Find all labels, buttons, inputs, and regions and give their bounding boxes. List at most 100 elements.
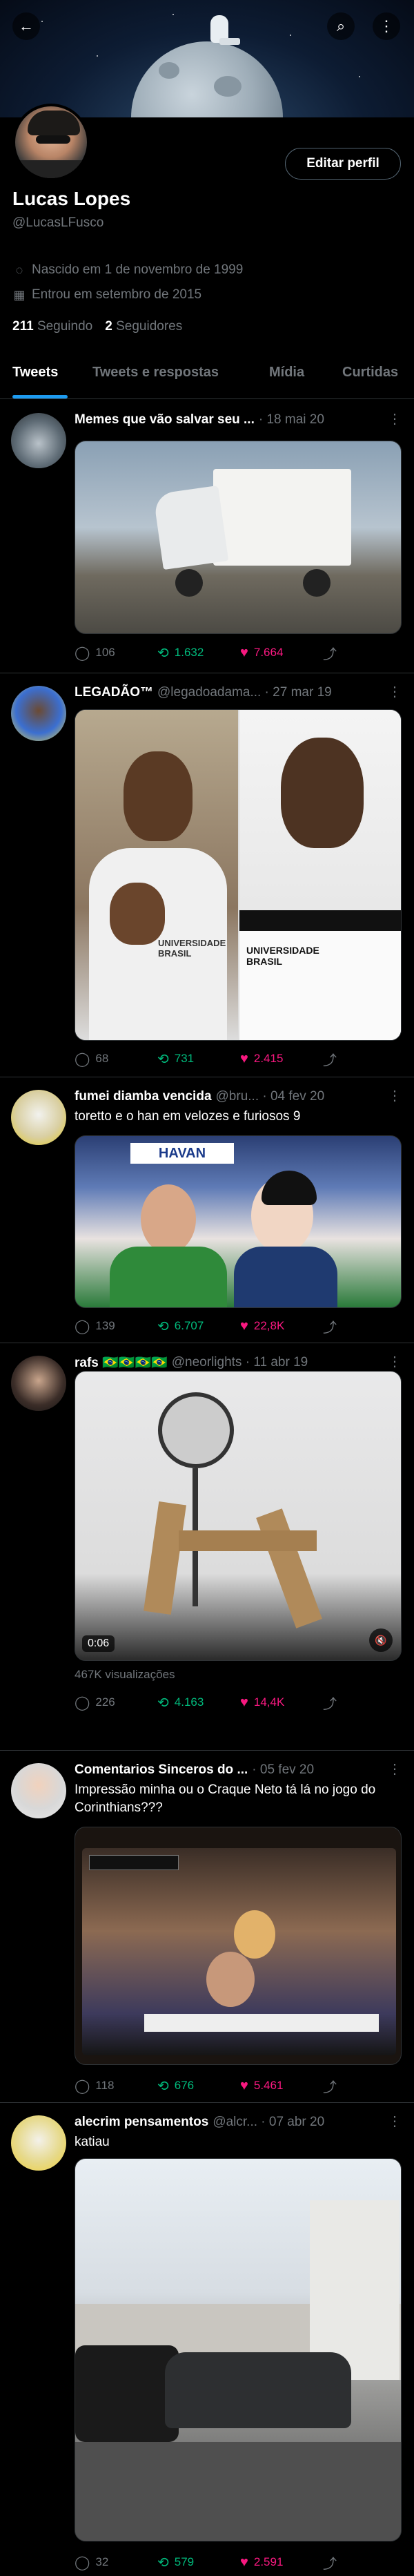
more-horizontal-icon[interactable]: ⋮ (388, 1087, 402, 1104)
truck-cab (152, 485, 229, 570)
tweet-avatar[interactable] (11, 2115, 66, 2171)
tweet-avatar[interactable] (11, 413, 66, 468)
tweet-header: rafs 🇧🇷🇧🇷🇧🇷🇧🇷 @neorlights · 11 abr 19 (75, 1353, 402, 1372)
tweet-text: Impressão minha ou o Craque Neto tá lá n… (75, 1782, 376, 1815)
more-horizontal-icon[interactable]: ⋮ (388, 410, 402, 427)
tweet-image[interactable] (75, 1827, 402, 2065)
tweet-item[interactable]: Comentarios Sinceros do ... · 05 fev 20 … (0, 1751, 414, 2103)
tweet-actions: ◯ 139 ⟲ 6.707 ♥ 22,8K ⤴ (75, 1316, 378, 1336)
face (124, 751, 193, 841)
more-horizontal-icon[interactable]: ⋮ (388, 683, 402, 700)
tweet-author-name[interactable]: fumei diamba vencida (75, 1089, 212, 1104)
truck-wheel (303, 569, 331, 597)
birth-date-text: Nascido em 1 de novembro de 1999 (32, 262, 244, 277)
following-link[interactable]: 211 Seguindo (12, 319, 92, 334)
tweet-header: alecrim pensamentos @alcr... · 07 abr 20 (75, 2113, 402, 2132)
share-button[interactable]: ⤴ (323, 1316, 337, 1336)
tweet-author-name[interactable]: Comentarios Sinceros do ... (75, 1762, 248, 1778)
tweet-meta: @legadoadama... · 27 mar 19 (157, 685, 332, 700)
tweet-item[interactable]: fumei diamba vencida @bru... · 04 fev 20… (0, 1077, 414, 1343)
photo-right: UNIVERSIDADE BRASIL (239, 710, 401, 1040)
tweet-author-name[interactable]: LEGADÃO™ (75, 685, 153, 700)
retweet-icon: ⟲ (157, 2555, 169, 2570)
reply-button[interactable]: ◯ 106 (75, 644, 157, 662)
cardboard-leg (256, 1508, 322, 1628)
share-button[interactable]: ⤴ (323, 2553, 337, 2573)
tweet-item[interactable]: rafs 🇧🇷🇧🇷🇧🇷🇧🇷 @neorlights · 11 abr 19 ⋮ … (0, 1343, 414, 1751)
tweet-video[interactable]: 0:06 🔇 (75, 1371, 402, 1661)
tweet-image[interactable]: UNIVERSIDADE BRASIL UNIVERSIDADE BRASIL (75, 709, 402, 1041)
banner-star (290, 35, 291, 36)
tweet-avatar[interactable] (11, 686, 66, 741)
tweet-avatar[interactable] (11, 1763, 66, 1818)
like-button[interactable]: ♥ 5.461 (240, 2078, 323, 2094)
share-button[interactable]: ⤴ (323, 643, 337, 663)
reply-button[interactable]: ◯ 68 (75, 1050, 157, 1068)
reply-button[interactable]: ◯ 226 (75, 1694, 157, 1711)
video-views: 467K visualizações (75, 1668, 175, 1681)
tweet-image[interactable] (75, 441, 402, 634)
tweet-image[interactable]: HAVAN (75, 1135, 402, 1308)
truck-wheel (175, 569, 203, 597)
like-button[interactable]: ♥ 2.415 (240, 1051, 323, 1067)
tweet-image[interactable] (75, 2158, 402, 2541)
tab-tweets[interactable]: Tweets (12, 365, 58, 381)
tweet-item[interactable]: Memes que vão salvar seu ... · 18 mai 20… (0, 401, 414, 673)
tweet-avatar[interactable] (11, 1356, 66, 1411)
like-heart-icon: ♥ (240, 1050, 248, 1066)
search-icon: ⌕ (336, 17, 346, 35)
more-horizontal-icon[interactable]: ⋮ (388, 1760, 402, 1778)
tab-media[interactable]: Mídia (269, 365, 304, 381)
reply-icon: ◯ (75, 1051, 90, 1067)
tweet-author-name[interactable]: Memes que vão salvar seu ... (75, 412, 255, 427)
share-button[interactable]: ⤴ (323, 2076, 337, 2096)
profile-avatar[interactable] (12, 104, 90, 181)
tweet-author-name[interactable]: alecrim pensamentos (75, 2115, 208, 2130)
sponsor-text-right: UNIVERSIDADE BRASIL (246, 945, 319, 967)
like-button[interactable]: ♥ 22,8K (240, 1318, 323, 1334)
retweet-icon: ⟲ (157, 1051, 169, 1067)
retweet-button[interactable]: ⟲ 4.163 (157, 1694, 240, 1711)
more-horizontal-icon[interactable]: ⋮ (388, 1353, 402, 1370)
retweet-button[interactable]: ⟲ 1.632 (157, 644, 240, 662)
tweet-item[interactable]: LEGADÃO™ @legadoadama... · 27 mar 19 ⋮ U… (0, 673, 414, 1077)
video-duration: 0:06 (82, 1635, 115, 1652)
banner-star (359, 76, 360, 77)
active-tab-indicator (12, 395, 68, 398)
tab-likes[interactable]: Curtidas (342, 365, 398, 381)
tweet-avatar[interactable] (11, 1090, 66, 1145)
edit-profile-button[interactable]: Editar perfil (285, 148, 401, 180)
share-button[interactable]: ⤴ (323, 1049, 337, 1069)
mute-button[interactable]: 🔇 (369, 1628, 393, 1652)
reply-button[interactable]: ◯ 139 (75, 1318, 157, 1335)
sponsor-text-left: UNIVERSIDADE BRASIL (158, 938, 226, 959)
reply-button[interactable]: ◯ 118 (75, 2077, 157, 2095)
banner-star (41, 21, 43, 22)
more-options-button[interactable]: ⋮ (373, 12, 400, 40)
back-button[interactable]: ← (12, 12, 40, 40)
followers-link[interactable]: 2 Seguidores (105, 319, 182, 334)
join-date-text: Entrou em setembro de 2015 (32, 287, 202, 302)
shirt (234, 1247, 337, 1307)
tweet-meta: @alcr... · 07 abr 20 (213, 2115, 325, 2129)
retweet-button[interactable]: ⟲ 579 (157, 2554, 240, 2571)
hair (262, 1171, 317, 1205)
reply-icon: ◯ (75, 1318, 90, 1334)
join-date-row: ▦ Entrou em setembro de 2015 (12, 287, 201, 302)
more-horizontal-icon[interactable]: ⋮ (388, 2113, 402, 2130)
tweet-author-name[interactable]: rafs 🇧🇷🇧🇷🇧🇷🇧🇷 (75, 1354, 168, 1371)
reply-button[interactable]: ◯ 32 (75, 2554, 157, 2571)
retweet-button[interactable]: ⟲ 731 (157, 1050, 240, 1068)
retweet-button[interactable]: ⟲ 6.707 (157, 1318, 240, 1335)
jersey-collar (239, 910, 401, 931)
tweet-item[interactable]: alecrim pensamentos @alcr... · 07 abr 20… (0, 2103, 414, 2576)
tab-tweets-and-replies[interactable]: Tweets e respostas (92, 365, 219, 381)
search-button[interactable]: ⌕ (327, 12, 355, 40)
share-button[interactable]: ⤴ (323, 1693, 337, 1713)
face (234, 1910, 275, 1959)
like-button[interactable]: ♥ 14,4K (240, 1695, 323, 1711)
retweet-button[interactable]: ⟲ 676 (157, 2077, 240, 2095)
like-button[interactable]: ♥ 7.664 (240, 645, 323, 661)
like-button[interactable]: ♥ 2.591 (240, 2555, 323, 2570)
tv-caption-bar (144, 2014, 379, 2032)
